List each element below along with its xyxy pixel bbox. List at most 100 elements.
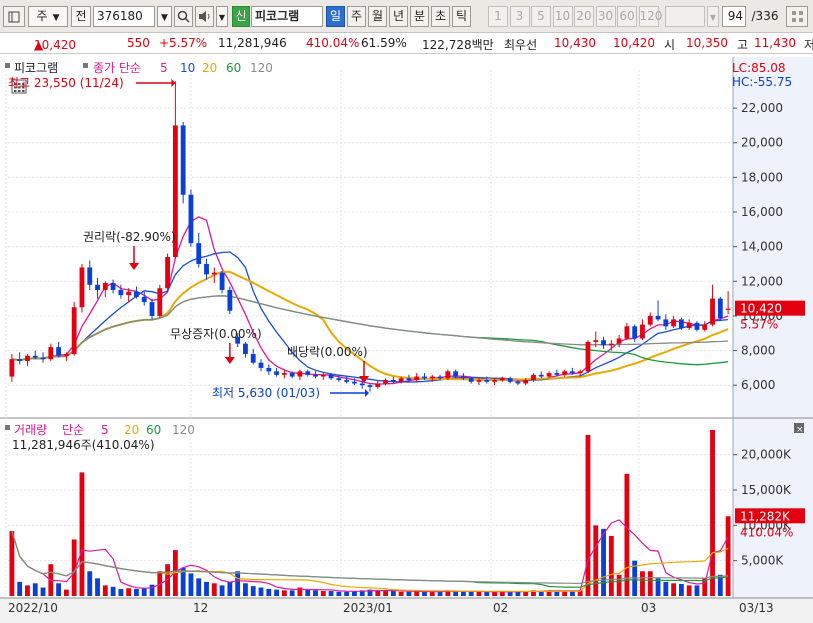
volume-bar: [266, 588, 272, 596]
candle-body: [71, 307, 77, 355]
grid-settings-icon: [791, 11, 803, 22]
volume-bar: [608, 535, 614, 596]
y-tick-label: 16,000: [741, 205, 783, 219]
close-icon-glyph: ×: [796, 425, 804, 435]
candle-body: [461, 376, 466, 379]
x-tick-label: 2022/10: [8, 601, 58, 615]
dividend-annotation: 배당락(0.00%): [287, 345, 368, 359]
period-tab[interactable]: 틱: [452, 6, 471, 27]
interval-custom-input[interactable]: [665, 6, 705, 27]
stock-name-field[interactable]: 피코그램: [251, 6, 323, 27]
code-dropdown-button[interactable]: ▼: [157, 6, 172, 27]
candle-body: [429, 376, 435, 379]
candle-body: [274, 371, 279, 375]
chart-label-button[interactable]: 전: [71, 6, 91, 27]
volume-bar: [686, 585, 692, 596]
volume-bar: [56, 583, 62, 596]
candle-body: [196, 243, 202, 264]
period-tab[interactable]: 초: [431, 6, 450, 27]
page-count-input[interactable]: 94: [722, 6, 746, 27]
volume-bar: [211, 583, 217, 596]
pane-close-button[interactable]: ×: [794, 423, 804, 435]
interval-tab[interactable]: 5: [531, 6, 551, 27]
period-tab[interactable]: 분: [410, 6, 429, 27]
candle-body: [25, 355, 30, 361]
period-tab[interactable]: 일: [326, 6, 345, 27]
interval-tab[interactable]: 60: [617, 6, 637, 27]
volume-bar: [585, 434, 591, 596]
market-select[interactable]: 주 ▼: [28, 6, 68, 27]
last-ratio-label: 410.04%: [740, 525, 793, 539]
period-tab[interactable]: 년: [389, 6, 408, 27]
volume-bar: [647, 571, 653, 596]
interval-dropdown-button[interactable]: ▼: [707, 6, 719, 27]
volume-tick-label: 20,000K: [741, 448, 792, 462]
ma-legend-120: 120: [250, 61, 273, 75]
volume-bar: [328, 591, 334, 596]
interval-tab[interactable]: 30: [595, 6, 616, 27]
x-tick-label: 12: [193, 601, 208, 615]
interval-tab[interactable]: 3: [509, 6, 530, 27]
volume-bar: [297, 587, 303, 596]
candle-body: [48, 347, 54, 360]
candle-body: [149, 302, 155, 316]
volume-ma-legend-60: 60: [146, 423, 161, 437]
quote-bar: 10,420 ▲ 550 +5.57% 11,281,946 410.04% 6…: [0, 34, 813, 54]
candle-body: [118, 289, 124, 296]
x-tick-label: 03: [641, 601, 656, 615]
volume-bar: [274, 589, 279, 596]
ma-legend-60: 60: [226, 61, 241, 75]
candle-body: [258, 362, 264, 368]
page-total-label: /336: [751, 9, 779, 23]
calculator-key: [14, 90, 17, 92]
best-bid: 10,420: [613, 36, 655, 50]
candle-body: [126, 291, 132, 296]
volume-bar: [196, 578, 202, 596]
sound-button[interactable]: [195, 6, 214, 27]
volume-ratio: 410.04%: [306, 36, 360, 50]
speaker-icon: [199, 11, 210, 22]
period-tab[interactable]: 월: [368, 6, 387, 27]
up-arrow-icon: ▲: [34, 38, 44, 52]
candle-body: [180, 125, 186, 195]
volume-bar: [25, 585, 30, 596]
candle-body: [453, 371, 459, 377]
legend-marker-icon: [83, 63, 88, 68]
volume-bar: [204, 581, 209, 596]
low-annotation: 최저 5,630 (01/03): [212, 386, 320, 400]
candle-body: [305, 371, 311, 375]
chevron-down-icon: ▼: [218, 13, 226, 22]
search-button[interactable]: [174, 6, 193, 27]
volume-title: 거래량: [14, 423, 47, 437]
calculator-key: [18, 90, 21, 92]
candle-body: [141, 296, 147, 303]
volume-bar: [344, 591, 350, 596]
volume-bar: [640, 571, 645, 596]
candle-body: [468, 378, 474, 382]
candle-body: [608, 343, 614, 346]
candle-body: [79, 267, 85, 308]
candle-body: [616, 338, 622, 344]
stock-code-input[interactable]: 376180: [93, 6, 155, 27]
sound-dropdown-button[interactable]: ▼: [216, 6, 228, 27]
volume-bar: [9, 531, 15, 596]
volume-bar: [227, 581, 233, 596]
candle-body: [17, 359, 23, 361]
ma-legend-10: 10: [180, 61, 195, 75]
volume-bar: [63, 589, 69, 596]
settings-button[interactable]: [786, 6, 808, 27]
chart-type-button[interactable]: [3, 6, 25, 27]
chart-type-icon: [8, 11, 20, 23]
y-tick-label: 6,000: [741, 378, 775, 392]
y-tick-label: 18,000: [741, 170, 783, 184]
stock-chart[interactable]: 2022/10 12 2023/01 02 03 03/136,0008,00010,00…: [0, 56, 813, 623]
period-tab[interactable]: 주: [347, 6, 366, 27]
interval-tab[interactable]: 120: [638, 6, 662, 27]
interval-tab[interactable]: 10: [552, 6, 573, 27]
candle-body: [390, 380, 396, 382]
candle-body: [523, 380, 529, 384]
series-label: 종가 단순: [93, 61, 141, 75]
interval-tab[interactable]: 1: [488, 6, 508, 27]
interval-tab[interactable]: 20: [574, 6, 594, 27]
volume-bar: [336, 591, 342, 596]
